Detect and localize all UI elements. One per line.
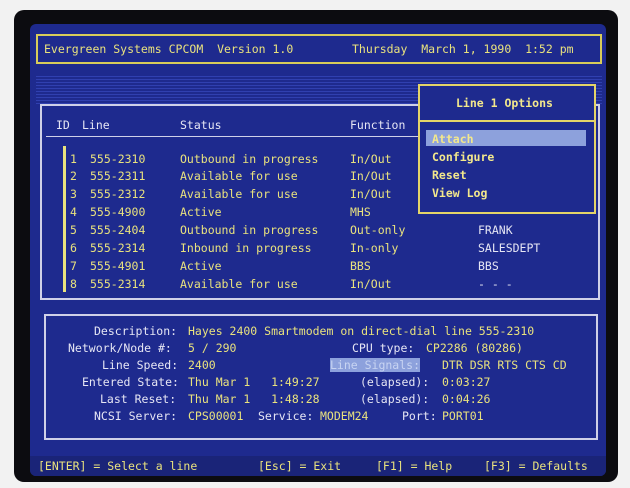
last-reset-value: Thu Mar 1 1:48:28	[188, 392, 320, 406]
column-header-status: Status	[180, 118, 222, 132]
row-function: In-only	[350, 241, 399, 255]
elapsed-label: (elapsed):	[360, 392, 430, 406]
row-user: SALESDEPT	[478, 241, 541, 255]
row-function: In/Out	[350, 277, 392, 291]
row-user: BBS	[478, 259, 499, 273]
options-menu-title: Line 1 Options	[456, 96, 553, 110]
column-header-id: ID	[56, 118, 70, 132]
cpu-type-value: CP2286 (80286)	[426, 341, 523, 355]
row-function: Out-only	[350, 223, 406, 237]
row-id: 4	[70, 205, 77, 219]
port-value: PORT01	[442, 409, 484, 423]
row-id: 5	[70, 223, 77, 237]
line-signals-label: Line Signals:	[330, 358, 421, 372]
network-node-value: 5 / 290	[188, 341, 237, 355]
row-status: Outbound in progress	[180, 223, 319, 237]
service-value: MODEM24	[320, 409, 369, 423]
menu-item-view-log[interactable]: View Log	[432, 186, 487, 200]
row-id: 2	[70, 169, 77, 183]
last-reset-label: Last Reset:	[100, 392, 177, 406]
column-header-line: Line	[82, 118, 110, 132]
row-status: Active	[180, 259, 222, 273]
row-line: 555-2310	[90, 152, 146, 166]
service-label: Service:	[258, 409, 314, 423]
date-time: Thursday March 1, 1990 1:52 pm	[352, 42, 574, 56]
row-status: Inbound in progress	[180, 241, 312, 255]
row-line: 555-2314	[90, 277, 146, 291]
line-speed-label: Line Speed:	[102, 358, 179, 372]
row-line: 555-2311	[90, 169, 146, 183]
row-user: FRANK	[478, 223, 513, 237]
row-status: Active	[180, 205, 222, 219]
entered-state-value: Thu Mar 1 1:49:27	[188, 375, 320, 389]
row-line: 555-2312	[90, 187, 146, 201]
row-function: In/Out	[350, 187, 392, 201]
description-value: Hayes 2400 Smartmodem on direct-dial lin…	[188, 324, 535, 338]
row-status: Available for use	[180, 169, 298, 183]
line-signals-value: DTR DSR RTS CTS CD	[442, 358, 567, 372]
cpu-type-label: CPU type:	[352, 341, 415, 355]
row-status: Available for use	[180, 277, 298, 291]
row-id: 8	[70, 277, 77, 291]
menu-item-configure[interactable]: Configure	[432, 150, 494, 164]
line-speed-value: 2400	[188, 358, 216, 372]
row-id: 3	[70, 187, 77, 201]
esc-key-hint[interactable]: [Esc] = Exit	[258, 459, 341, 473]
terminal-screen: Evergreen Systems CPCOM Version 1.0 Thur…	[30, 24, 606, 476]
menu-item-attach[interactable]: Attach	[432, 132, 474, 146]
row-user: - - -	[478, 277, 513, 291]
row-function: In/Out	[350, 152, 392, 166]
entered-state-label: Entered State:	[82, 375, 179, 389]
port-label: Port:	[402, 409, 437, 423]
row-id: 7	[70, 259, 77, 273]
description-label: Description:	[94, 324, 178, 338]
column-header-function: Function	[350, 118, 406, 132]
row-line: 555-4900	[90, 205, 146, 219]
row-function: BBS	[350, 259, 371, 273]
network-node-label: Network/Node #:	[68, 341, 172, 355]
app-title: Evergreen Systems CPCOM Version 1.0	[44, 42, 294, 56]
elapsed-value: 0:03:27	[442, 375, 491, 389]
elapsed-value: 0:04:26	[442, 392, 491, 406]
options-menu-divider	[418, 120, 596, 122]
ncsi-server-label: NCSI Server:	[94, 409, 178, 423]
row-line: 555-2404	[90, 223, 146, 237]
row-line: 555-4901	[90, 259, 146, 273]
row-function: In/Out	[350, 169, 392, 183]
row-id: 6	[70, 241, 77, 255]
elapsed-label: (elapsed):	[360, 375, 430, 389]
selection-marker	[63, 146, 66, 292]
f1-key-hint[interactable]: [F1] = Help	[376, 459, 452, 473]
enter-key-hint[interactable]: [ENTER] = Select a line	[38, 459, 197, 473]
row-line: 555-2314	[90, 241, 146, 255]
row-status: Outbound in progress	[180, 152, 319, 166]
row-status: Available for use	[180, 187, 298, 201]
ncsi-server-value: CPS00001	[188, 409, 244, 423]
menu-item-reset[interactable]: Reset	[432, 168, 467, 182]
f3-key-hint[interactable]: [F3] = Defaults	[484, 459, 588, 473]
row-function: MHS	[350, 205, 371, 219]
row-id: 1	[70, 152, 77, 166]
